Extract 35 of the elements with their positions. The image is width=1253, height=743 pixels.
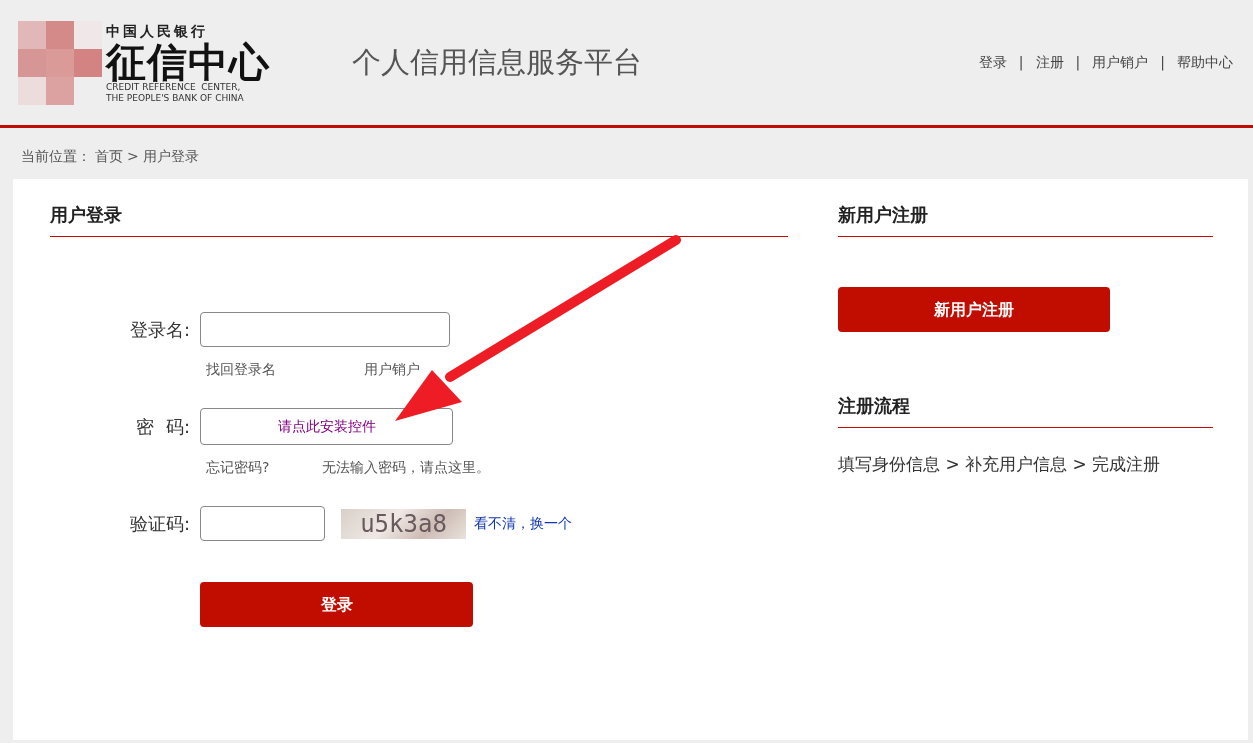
breadcrumb-label: 当前位置： [21,147,91,166]
nav-link[interactable]: 登录 [978,52,1007,73]
captcha-image: u5k3a8 [341,508,466,539]
help-link[interactable]: 用户销户 [364,359,420,380]
nav-link[interactable]: 注册 [1035,52,1064,73]
input-field[interactable] [200,506,325,541]
nav-separator: | [1160,53,1165,73]
section-heading: 注册流程 [838,392,1213,428]
nav-separator: | [1018,53,1024,73]
logo-subtitle: 中国人民银行 [106,22,209,42]
help-link[interactable]: 找回登录名 [206,359,364,380]
login-button[interactable]: 登录 [200,582,473,627]
logo-english-text: THE PEOPLE'S BANK OF CHINA [106,93,245,104]
install-control-button[interactable]: 请点此安装控件 [200,408,453,445]
breadcrumb-separator: > [127,147,139,166]
input-field[interactable] [200,312,450,347]
field-label: 密 码: [135,415,191,439]
logo-english-text: CREDIT REFERENCE CENTER, [106,82,242,93]
process-steps: 填写身份信息 > 补充用户信息 > 完成注册 [838,452,1213,478]
help-link[interactable]: 忘记密码? [206,457,322,478]
nav-link[interactable]: 帮助中心 [1177,52,1233,73]
register-button[interactable]: 新用户注册 [838,287,1110,332]
field-label: 登录名: [128,318,191,342]
logo-name: 征信中心 [106,42,270,83]
field-label: 验证码: [128,512,191,536]
breadcrumb-current: 用户登录 [142,147,199,166]
logo-mark-icon [18,20,102,105]
section-heading: 用户登录 [50,201,788,237]
refresh-captcha-link[interactable]: 看不清，换一个 [474,513,572,534]
section-heading: 新用户注册 [838,201,1213,237]
help-link[interactable]: 无法输入密码，请点这里。 [322,457,490,478]
nav-separator: | [1075,53,1081,73]
platform-title: 个人信用信息服务平台 [352,43,642,81]
nav-link[interactable]: 用户销户 [1092,52,1149,73]
breadcrumb-link[interactable]: 首页 [95,146,123,179]
